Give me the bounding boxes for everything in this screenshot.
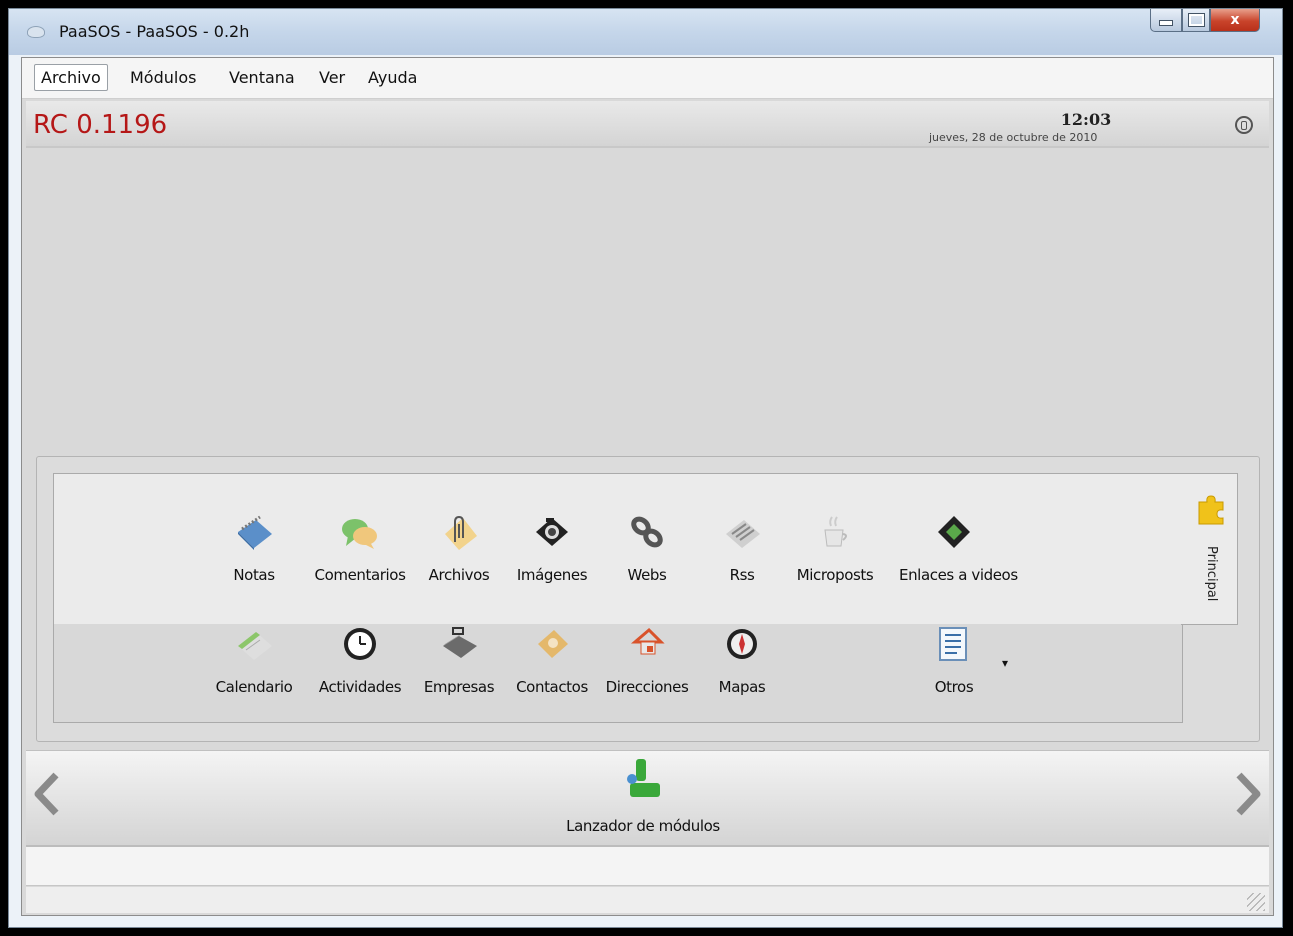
minimize-icon	[1159, 20, 1173, 26]
power-button[interactable]	[1235, 116, 1253, 134]
module-enlaces-videos[interactable]: Enlaces a videos	[899, 512, 1018, 584]
previous-arrow-button[interactable]	[32, 771, 62, 817]
module-launcher-bar: Lanzador de módulos	[26, 750, 1269, 847]
module-calendario[interactable]: Calendario	[199, 624, 309, 696]
tab-principal[interactable]: Principal	[1181, 473, 1238, 625]
module-label: Imágenes	[516, 566, 588, 584]
chain-link-icon	[627, 512, 667, 552]
camera-icon	[532, 512, 572, 552]
chevron-right-icon	[1236, 772, 1261, 816]
module-launcher-icon[interactable]	[622, 757, 662, 801]
puzzle-icon	[1193, 492, 1227, 526]
briefcase-icon	[439, 624, 479, 664]
compass-icon	[722, 624, 762, 664]
menu-archivo[interactable]: Archivo	[34, 64, 108, 91]
chevron-left-icon	[34, 772, 59, 816]
clock-time: 12:03	[1060, 110, 1112, 129]
module-label: Direcciones	[605, 678, 689, 696]
resize-grip-icon[interactable]	[1247, 893, 1265, 911]
module-launcher-label: Lanzador de módulos	[566, 817, 720, 835]
next-arrow-button[interactable]	[1233, 771, 1263, 817]
notepad-icon	[234, 512, 274, 552]
calendar-icon	[234, 624, 274, 664]
minimize-button[interactable]	[1150, 9, 1182, 32]
otros-dropdown-arrow-icon[interactable]: ▾	[1002, 656, 1008, 670]
clock-date: jueves, 28 de octubre de 2010	[929, 131, 1098, 144]
module-actividades[interactable]: Actividades	[305, 624, 415, 696]
app-window: PaaSOS - PaaSOS - 0.2h x Archivo Módulos…	[8, 8, 1283, 928]
speech-bubbles-icon	[340, 512, 380, 552]
module-label: Mapas	[718, 678, 766, 696]
module-label: Enlaces a videos	[899, 566, 1018, 584]
module-label: Calendario	[215, 678, 293, 696]
address-book-icon	[532, 624, 572, 664]
module-label: Comentarios	[314, 566, 406, 584]
module-microposts[interactable]: Microposts	[780, 512, 890, 584]
menu-ver[interactable]: Ver	[319, 68, 345, 87]
film-strip-icon	[934, 512, 974, 552]
module-direcciones[interactable]: Direcciones	[592, 624, 702, 696]
power-icon	[1241, 120, 1247, 130]
modules-panel: Notas Comentarios Archivos Imágenes Webs…	[36, 456, 1260, 742]
menu-ventana[interactable]: Ventana	[229, 68, 295, 87]
menu-bar: Archivo Módulos Ventana Ver Ayuda	[22, 58, 1273, 99]
module-label: Notas	[233, 566, 275, 584]
status-bar-bottom	[26, 887, 1269, 913]
app-logo-icon	[27, 26, 45, 38]
header-bar: RC 0.1196 12:03 jueves, 28 de octubre de…	[26, 101, 1269, 148]
maximize-icon	[1187, 13, 1205, 27]
title-bar[interactable]: PaaSOS - PaaSOS - 0.2h x	[9, 9, 1282, 55]
module-contactos[interactable]: Contactos	[497, 624, 607, 696]
modules-grid: Notas Comentarios Archivos Imágenes Webs…	[53, 473, 1183, 723]
clock-icon	[340, 624, 380, 664]
newspaper-icon	[722, 512, 762, 552]
module-otros[interactable]: Otros	[899, 624, 1009, 696]
module-imagenes[interactable]: Imágenes	[497, 512, 607, 584]
tab-principal-label: Principal	[1204, 546, 1219, 602]
house-icon	[627, 624, 667, 664]
module-label: Contactos	[516, 678, 588, 696]
close-button[interactable]: x	[1210, 9, 1260, 32]
menu-ayuda[interactable]: Ayuda	[368, 68, 417, 87]
window-title: PaaSOS - PaaSOS - 0.2h	[59, 22, 250, 41]
coffee-cup-icon	[815, 512, 855, 552]
version-label: RC 0.1196	[33, 110, 168, 140]
maximize-button[interactable]	[1182, 9, 1210, 32]
module-label: Webs	[627, 566, 667, 584]
module-comentarios[interactable]: Comentarios	[305, 512, 415, 584]
menu-modulos[interactable]: Módulos	[130, 68, 196, 87]
module-label: Otros	[934, 678, 974, 696]
module-mapas[interactable]: Mapas	[687, 624, 797, 696]
client-area: Archivo Módulos Ventana Ver Ayuda RC 0.1…	[21, 57, 1274, 916]
module-webs[interactable]: Webs	[592, 512, 702, 584]
status-bar-top	[26, 847, 1269, 886]
module-label: Microposts	[796, 566, 874, 584]
module-label: Actividades	[318, 678, 402, 696]
paperclip-icon	[439, 512, 479, 552]
close-icon: x	[1230, 12, 1240, 28]
list-document-icon	[934, 624, 974, 664]
module-notas[interactable]: Notas	[199, 512, 309, 584]
